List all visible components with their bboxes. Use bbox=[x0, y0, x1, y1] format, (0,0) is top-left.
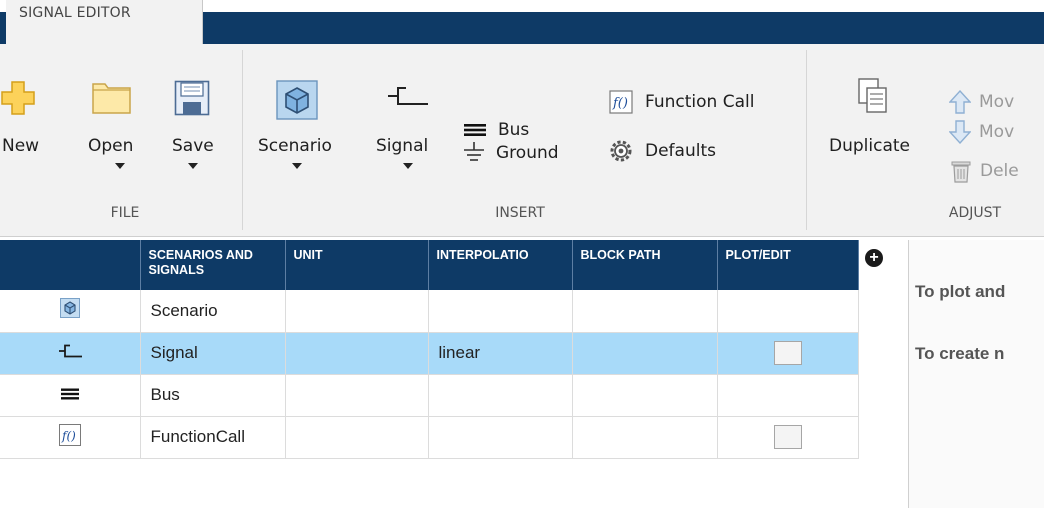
row-plot-edit-cell bbox=[717, 332, 859, 375]
tab-signal-editor-label: SIGNAL EDITOR bbox=[19, 5, 131, 21]
row-interpolation-cell[interactable] bbox=[428, 416, 573, 459]
save-chevron-down-icon bbox=[188, 163, 198, 169]
defaults-button[interactable]: Defaults bbox=[609, 139, 716, 163]
plot-edit-checkbox[interactable] bbox=[773, 425, 802, 449]
row-interpolation-cell[interactable] bbox=[428, 374, 573, 417]
svg-text:f(): f() bbox=[612, 96, 628, 111]
bus-button-label: Bus bbox=[498, 120, 530, 140]
save-icon bbox=[174, 80, 210, 116]
row-unit-cell[interactable] bbox=[285, 374, 429, 417]
open-button-label: Open bbox=[88, 136, 134, 156]
insert-group-label: INSERT bbox=[495, 205, 545, 221]
right-panel-text-create: To create n bbox=[915, 344, 1005, 363]
move-down-button[interactable]: Mov bbox=[949, 120, 1014, 144]
duplicate-icon bbox=[858, 78, 887, 113]
plot-edit-checkbox[interactable] bbox=[773, 341, 802, 365]
ground-button[interactable]: Ground bbox=[462, 141, 559, 165]
row-block-path-cell[interactable] bbox=[572, 416, 718, 459]
row-icon-cell bbox=[0, 374, 141, 417]
row-interpolation-cell[interactable] bbox=[428, 290, 573, 333]
arrow-down-icon bbox=[949, 120, 971, 144]
file-group-label: FILE bbox=[110, 205, 140, 221]
row-unit-cell[interactable] bbox=[285, 416, 429, 459]
table-row-selected[interactable]: Signal linear bbox=[0, 332, 859, 375]
right-panel: To plot and To create n bbox=[909, 240, 1044, 508]
row-name-cell[interactable]: Signal bbox=[140, 332, 286, 375]
bus-icon bbox=[60, 388, 79, 400]
save-button-label: Save bbox=[172, 136, 214, 156]
row-plot-edit-cell bbox=[717, 416, 859, 459]
move-up-button[interactable]: Mov bbox=[949, 90, 1014, 114]
svg-text:f(): f() bbox=[61, 429, 76, 443]
header-plot-edit[interactable]: PLOT/EDIT bbox=[717, 240, 859, 290]
row-interpolation-cell[interactable]: linear bbox=[428, 332, 573, 375]
arrow-up-icon bbox=[949, 90, 971, 114]
bus-button[interactable]: Bus bbox=[464, 120, 529, 140]
signal-icon bbox=[388, 87, 428, 105]
bus-icon bbox=[464, 124, 486, 136]
table-row[interactable]: f() FunctionCall bbox=[0, 416, 859, 459]
scenario-icon bbox=[276, 80, 318, 120]
header-scenarios-and-signals[interactable]: SCENARIOS AND SIGNALS bbox=[140, 240, 286, 290]
row-name-cell[interactable]: Scenario bbox=[140, 290, 286, 333]
scenario-button-label: Scenario bbox=[258, 136, 332, 156]
function-call-icon: f() bbox=[58, 423, 81, 446]
function-call-button[interactable]: f() Function Call bbox=[609, 90, 754, 114]
header-icon-column bbox=[0, 240, 141, 290]
row-block-path-cell[interactable] bbox=[572, 374, 718, 417]
move-up-button-label: Mov bbox=[979, 92, 1015, 112]
table-row[interactable]: Bus bbox=[0, 374, 859, 417]
folder-icon bbox=[92, 83, 131, 114]
row-block-path-cell[interactable] bbox=[572, 332, 718, 375]
tab-strip: SIGNAL EDITOR bbox=[0, 0, 1044, 44]
scenario-chevron-down-icon bbox=[292, 163, 302, 169]
row-icon-cell bbox=[0, 290, 141, 333]
row-unit-cell[interactable] bbox=[285, 332, 429, 375]
row-name-cell[interactable]: Bus bbox=[140, 374, 286, 417]
function-call-icon: f() bbox=[609, 90, 633, 114]
duplicate-button-label: Duplicate bbox=[829, 136, 910, 156]
header-unit[interactable]: UNIT bbox=[285, 240, 429, 290]
function-call-button-label: Function Call bbox=[645, 92, 755, 112]
signal-icon bbox=[58, 344, 82, 358]
ground-icon bbox=[464, 142, 484, 161]
adjust-group-label: ADJUST bbox=[948, 205, 1002, 221]
new-button-label: New bbox=[2, 136, 40, 156]
row-plot-edit-cell bbox=[717, 374, 859, 417]
row-unit-cell[interactable] bbox=[285, 290, 429, 333]
file-insert-divider bbox=[242, 50, 243, 230]
new-icon bbox=[1, 81, 35, 115]
row-icon-cell: f() bbox=[0, 416, 141, 459]
row-name-cell[interactable]: FunctionCall bbox=[140, 416, 286, 459]
signal-chevron-down-icon bbox=[403, 163, 413, 169]
open-chevron-down-icon bbox=[115, 163, 125, 169]
table-row[interactable]: Scenario bbox=[0, 290, 859, 333]
signal-button-label: Signal bbox=[376, 136, 429, 156]
header-interpolation[interactable]: INTERPOLATIO bbox=[428, 240, 573, 290]
header-block-path[interactable]: BLOCK PATH bbox=[572, 240, 718, 290]
trash-icon bbox=[951, 161, 971, 183]
tab-signal-editor[interactable]: SIGNAL EDITOR bbox=[6, 0, 203, 44]
add-column-icon[interactable]: + bbox=[865, 249, 883, 267]
row-plot-edit-cell bbox=[717, 290, 859, 333]
insert-adjust-divider bbox=[806, 50, 807, 230]
table-header-row: SCENARIOS AND SIGNALS UNIT INTERPOLATIO … bbox=[0, 240, 859, 290]
delete-button-label: Dele bbox=[980, 161, 1019, 181]
delete-button[interactable]: Dele bbox=[950, 159, 1019, 183]
ground-button-label: Ground bbox=[496, 143, 559, 163]
signal-table-container: SCENARIOS AND SIGNALS UNIT INTERPOLATIO … bbox=[0, 240, 860, 459]
defaults-button-label: Defaults bbox=[645, 141, 716, 161]
scenario-icon bbox=[59, 298, 80, 319]
row-block-path-cell[interactable] bbox=[572, 290, 718, 333]
move-down-button-label: Mov bbox=[979, 122, 1015, 142]
signal-table: SCENARIOS AND SIGNALS UNIT INTERPOLATIO … bbox=[0, 240, 859, 459]
right-panel-text-plot: To plot and bbox=[915, 282, 1006, 301]
row-icon-cell bbox=[0, 332, 141, 375]
gear-icon bbox=[610, 140, 632, 162]
